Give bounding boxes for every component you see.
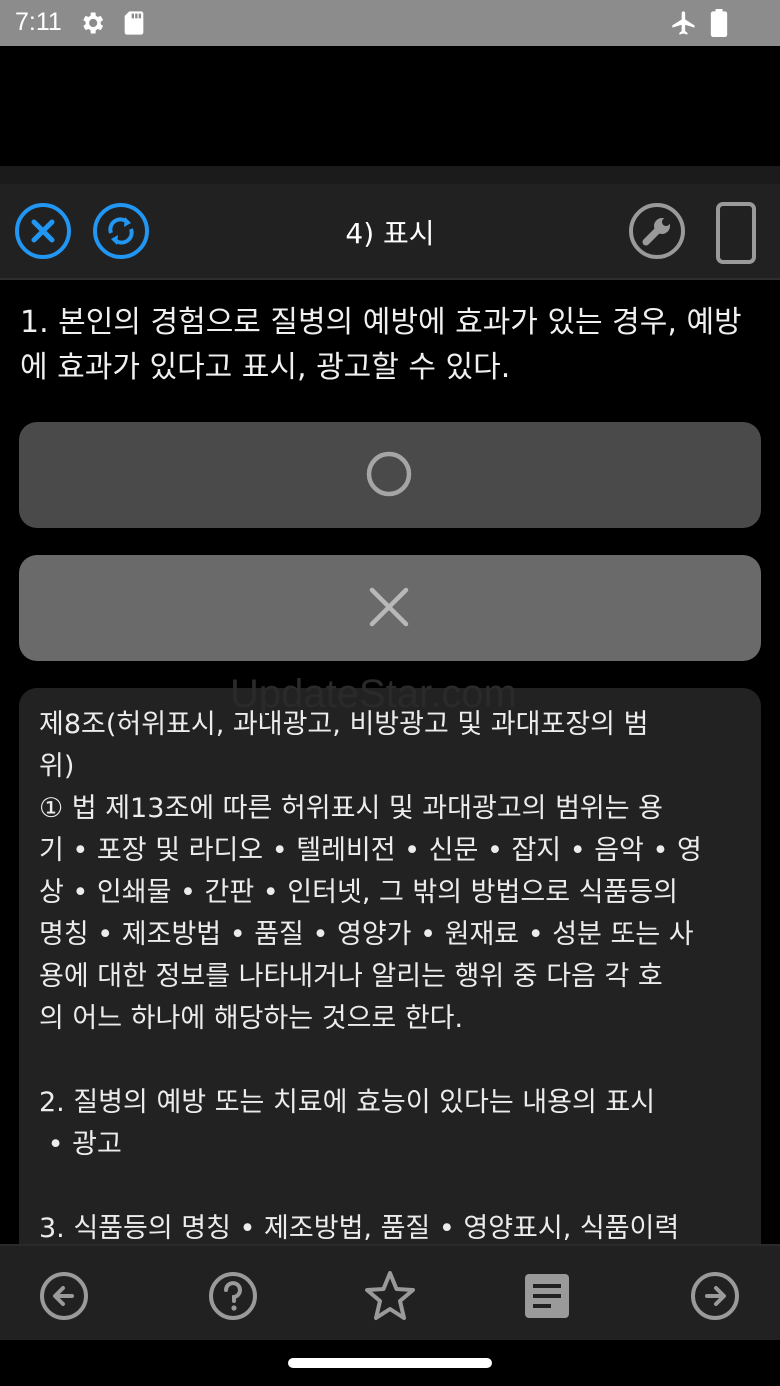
help-circle-icon[interactable] <box>207 1270 259 1322</box>
screen-title: 4) 표시 <box>345 217 435 250</box>
answer-x-button[interactable] <box>19 555 761 661</box>
answer-o-button[interactable] <box>19 422 761 528</box>
status-bar: 7:11 <box>0 0 780 46</box>
sync-circle-icon[interactable] <box>92 202 150 260</box>
watermark-text: UpdateStar.com <box>230 672 517 716</box>
question-text: 1. 본인의 경험으로 질병의 예방에 효과가 있는 경우, 예방에 효과가 있… <box>20 305 742 385</box>
content-gap <box>0 46 780 166</box>
divider-strip <box>0 166 780 184</box>
home-indicator[interactable] <box>288 1358 492 1368</box>
star-icon[interactable] <box>362 1268 418 1324</box>
phone-icon[interactable] <box>712 202 760 264</box>
airplane-icon <box>670 9 698 41</box>
top-toolbar: 4) 표시 <box>0 184 780 280</box>
note-icon[interactable] <box>521 1270 573 1322</box>
circle-icon <box>366 451 412 497</box>
explanation-text: 제8조(허위표시, 과대광고, 비방광고 및 과대포장의 범 위) ① 법 제1… <box>39 709 702 1244</box>
gesture-area <box>0 1340 780 1386</box>
wrench-icon[interactable] <box>628 202 686 260</box>
battery-icon <box>710 9 728 41</box>
sd-card-icon <box>122 9 146 41</box>
status-time: 7:11 <box>15 8 62 36</box>
close-circle-icon[interactable] <box>14 202 72 260</box>
arrow-right-circle-icon[interactable] <box>689 1270 741 1322</box>
bottom-nav <box>0 1244 780 1342</box>
gear-icon <box>78 9 106 41</box>
explanation-panel[interactable]: 제8조(허위표시, 과대광고, 비방광고 및 과대포장의 범 위) ① 법 제1… <box>19 688 761 1248</box>
x-icon <box>369 587 409 627</box>
arrow-left-circle-icon[interactable] <box>38 1270 90 1322</box>
